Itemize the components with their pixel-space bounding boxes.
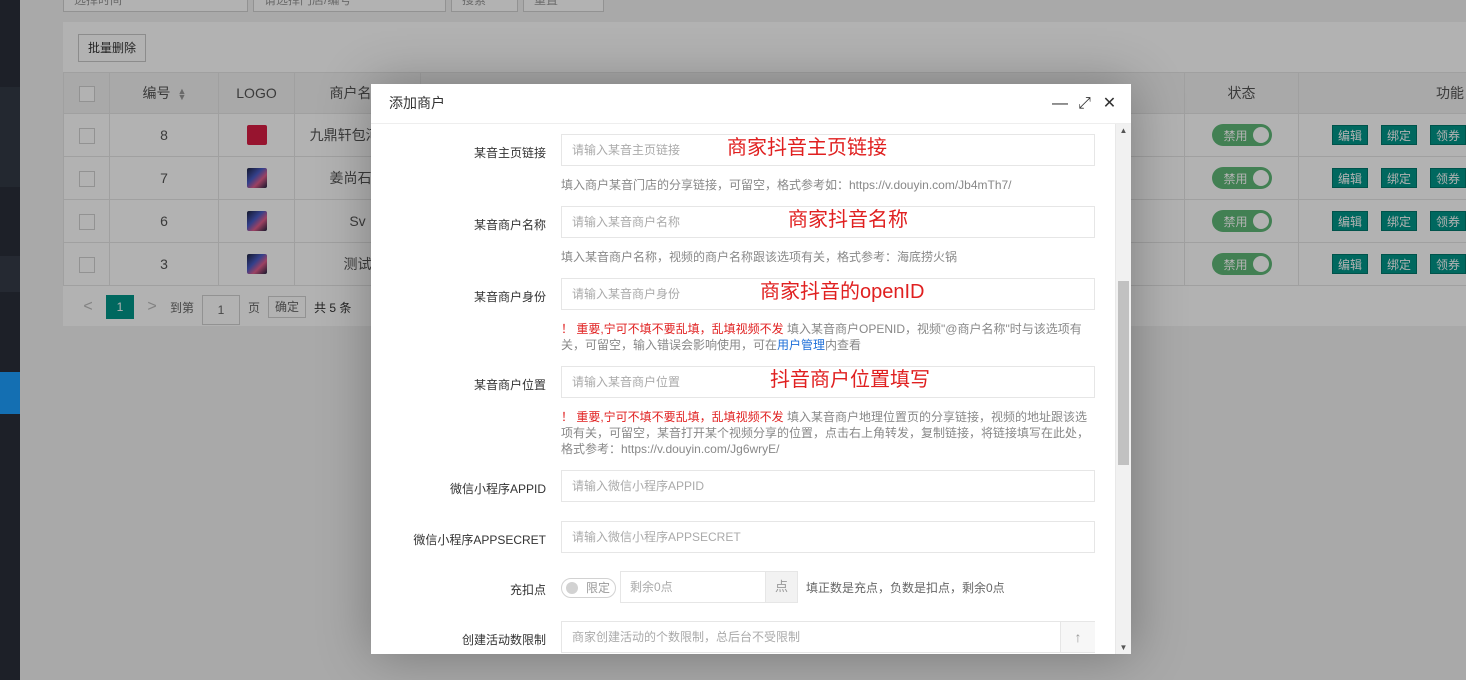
location-row: 某音商户位置 请输入某音商户位置 抖音商户位置填写 ！ 重要,宁可不填不要乱填，…: [371, 366, 1115, 461]
points-hint: 填正数是充点，负数是扣点，剩余0点: [806, 581, 1005, 595]
homepage-annotation: 商家抖音主页链接: [727, 137, 887, 159]
minimize-icon[interactable]: —: [1052, 96, 1068, 112]
identity-warning: ！ 重要,宁可不填不要乱填，乱填视频不发: [561, 322, 784, 336]
merchant-name-annotation: 商家抖音名称: [788, 209, 908, 231]
scroll-down-icon[interactable]: ▼: [1116, 643, 1131, 652]
dialog-body: 某音主页链接 请输入某音主页链接 商家抖音主页链接 填入商户某音门店的分享链接，…: [371, 124, 1115, 654]
maximize-icon[interactable]: ⤢: [1077, 96, 1092, 112]
identity-hint: ！ 重要,宁可不填不要乱填，乱填视频不发 填入某音商户OPENID，视频"@商户…: [561, 321, 1095, 353]
activity-limit-row: 创建活动数限制 商家创建活动的个数限制，总后台不受限制 ↑: [371, 621, 1115, 653]
identity-annotation: 商家抖音的openID: [760, 281, 925, 303]
points-label: 充扣点: [509, 583, 546, 597]
appsecret-input[interactable]: 请输入微信小程序APPSECRET: [561, 521, 1095, 553]
appid-row: 微信小程序APPID 请输入微信小程序APPID: [371, 470, 1115, 502]
toggle-knob: [566, 582, 578, 594]
dialog-title: 添加商户: [389, 95, 445, 111]
points-input[interactable]: 剩余0点: [620, 571, 766, 603]
location-warning: ！ 重要,宁可不填不要乱填，乱填视频不发: [561, 410, 784, 424]
activity-limit-label: 创建活动数限制: [461, 633, 546, 647]
limit-toggle-label: 限定: [586, 581, 611, 595]
appsecret-label: 微信小程序APPSECRET: [413, 533, 546, 547]
location-hint: ！ 重要,宁可不填不要乱填，乱填视频不发 填入某音商户地理位置页的分享链接，视频…: [561, 409, 1095, 457]
scroll-thumb[interactable]: [1118, 281, 1129, 465]
homepage-hint: 填入商户某音门店的分享链接，可留空，格式参考如：https://v.douyin…: [561, 178, 1012, 192]
identity-label: 某音商户身份: [473, 290, 546, 304]
location-annotation: 抖音商户位置填写: [770, 369, 930, 391]
close-icon[interactable]: ✕: [1102, 96, 1117, 112]
homepage-row: 某音主页链接 请输入某音主页链接 商家抖音主页链接 填入商户某音门店的分享链接，…: [371, 134, 1115, 204]
points-row: 充扣点 限定 剩余0点 点 填正数是充点，负数是扣点，剩余0点: [371, 571, 1115, 603]
location-label: 某音商户位置: [473, 378, 546, 392]
homepage-label: 某音主页链接: [473, 146, 546, 160]
user-management-link[interactable]: 用户管理: [777, 338, 825, 352]
merchant-name-row: 某音商户名称 请输入某音商户名称 商家抖音名称 填入某音商户名称，视频的商户名称…: [371, 206, 1115, 266]
add-merchant-dialog: 添加商户 — ⤢ ✕ 某音主页链接 请输入某音主页链接 商家抖音主页链接 填入商…: [371, 84, 1131, 654]
appid-input[interactable]: 请输入微信小程序APPID: [561, 470, 1095, 502]
arrow-up-icon[interactable]: ↑: [1060, 622, 1095, 652]
scroll-up-icon[interactable]: ▲: [1116, 126, 1131, 135]
dialog-scrollbar[interactable]: ▲ ▼: [1115, 124, 1131, 654]
points-suffix: 点: [765, 571, 798, 603]
activity-limit-input[interactable]: 商家创建活动的个数限制，总后台不受限制: [561, 621, 1095, 653]
dialog-controls: — ⤢ ✕: [1052, 84, 1117, 124]
identity-row: 某音商户身份 请输入某音商户身份 商家抖音的openID ！ 重要,宁可不填不要…: [371, 278, 1115, 358]
merchant-name-label: 某音商户名称: [473, 218, 546, 232]
appsecret-row: 微信小程序APPSECRET 请输入微信小程序APPSECRET: [371, 521, 1115, 553]
merchant-name-hint: 填入某音商户名称，视频的商户名称跟该选项有关，格式参考：海底捞火锅: [561, 250, 958, 264]
identity-hint-tail: 内查看: [825, 338, 862, 352]
dialog-header: 添加商户 — ⤢ ✕: [371, 84, 1131, 124]
appid-label: 微信小程序APPID: [449, 482, 546, 496]
limit-toggle[interactable]: 限定: [561, 578, 616, 598]
